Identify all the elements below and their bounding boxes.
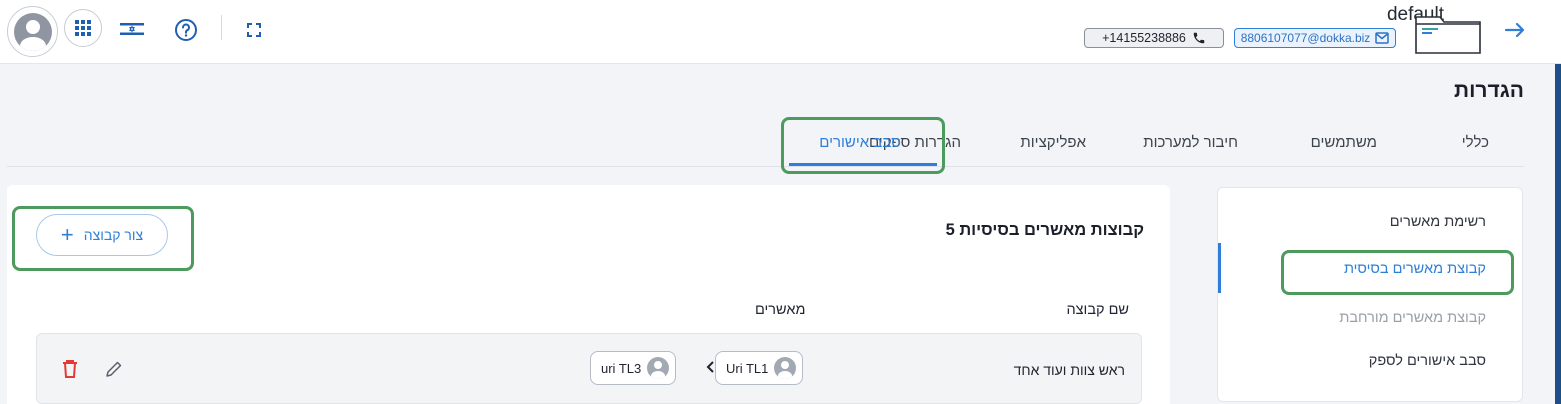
- arrow-right-icon: [1504, 22, 1525, 38]
- phone-chip[interactable]: +14155238886: [1084, 28, 1224, 48]
- help-button[interactable]: [172, 16, 200, 44]
- phone-icon: [1193, 32, 1205, 44]
- apps-grid-icon: [75, 20, 91, 36]
- plus-icon: +: [60, 222, 74, 247]
- exit-button[interactable]: [1502, 17, 1528, 43]
- email-address: 8806107077@dokka.biz: [1240, 31, 1371, 45]
- israel-flag-icon: [120, 21, 144, 37]
- user-avatar-icon: [647, 357, 670, 379]
- approvers-sidebar: רשימת מאשרים קבוצת מאשרים בסיסית קבוצת מ…: [1217, 187, 1523, 402]
- sidebar-item-basic-group[interactable]: קבוצת מאשרים בסיסית: [1344, 261, 1486, 277]
- pencil-icon: [106, 361, 122, 377]
- side-panel-edge: [1555, 64, 1561, 404]
- sidebar-item-approvers-list[interactable]: רשימת מאשרים: [1390, 214, 1486, 230]
- column-header-group-name: שם קבוצה: [1066, 302, 1129, 318]
- approver-name: Uri TL1: [726, 360, 769, 376]
- email-chip[interactable]: 8806107077@dokka.biz: [1234, 28, 1396, 48]
- language-button[interactable]: [118, 18, 146, 40]
- tab-applications[interactable]: אפליקציות: [1020, 134, 1086, 151]
- delete-button[interactable]: [59, 358, 81, 380]
- sidebar-item-vendor-approval[interactable]: סבב אישורים לספק: [1369, 353, 1486, 369]
- sidebar-item-extended-group[interactable]: קבוצת מאשרים מורחבת: [1339, 310, 1486, 326]
- folder-icon[interactable]: [1413, 12, 1483, 56]
- approver-chip[interactable]: uri TL3: [590, 351, 677, 385]
- tab-users[interactable]: משתמשים: [1311, 134, 1377, 151]
- phone-number: +14155238886: [1102, 31, 1186, 45]
- active-tab-indicator: [789, 163, 937, 166]
- user-avatar-button[interactable]: [7, 6, 58, 57]
- settings-tabs: כללי משתמשים חיבור למערכות אפליקציות הגד…: [7, 120, 1524, 167]
- approver-chip[interactable]: Uri TL1: [715, 351, 804, 385]
- section-title: 5 קבוצות מאשרים בסיסיות: [945, 221, 1144, 239]
- tab-approval-flow[interactable]: סבב אישורים: [819, 134, 901, 151]
- sidebar-active-indicator: [1218, 243, 1221, 293]
- help-icon: [175, 19, 197, 41]
- fullscreen-icon: [247, 23, 261, 37]
- create-group-label: צור קבוצה: [83, 227, 144, 243]
- edit-button[interactable]: [103, 358, 125, 380]
- group-name: ראש צוות ועוד אחד: [1013, 362, 1125, 378]
- top-bar: default +14155238886 8806107077@dokka.bi…: [0, 0, 1561, 64]
- create-group-button[interactable]: + צור קבוצה: [36, 214, 168, 256]
- toolbar-divider: [221, 15, 222, 40]
- tab-integrations[interactable]: חיבור למערכות: [1143, 134, 1238, 151]
- page-title: הגדרות: [1454, 79, 1524, 102]
- user-avatar-icon: [13, 12, 52, 51]
- fullscreen-button[interactable]: [244, 20, 264, 40]
- table-row[interactable]: ראש צוות ועוד אחד Uri TL1 uri TL3: [36, 333, 1142, 404]
- apps-button[interactable]: [64, 9, 102, 47]
- column-header-approvers: מאשרים: [755, 302, 806, 318]
- email-icon: [1375, 32, 1390, 44]
- approver-name: uri TL3: [601, 360, 642, 376]
- chevron-left-icon: [706, 360, 716, 379]
- tab-general[interactable]: כללי: [1462, 134, 1489, 151]
- trash-icon: [63, 360, 77, 378]
- user-avatar-icon: [774, 357, 797, 379]
